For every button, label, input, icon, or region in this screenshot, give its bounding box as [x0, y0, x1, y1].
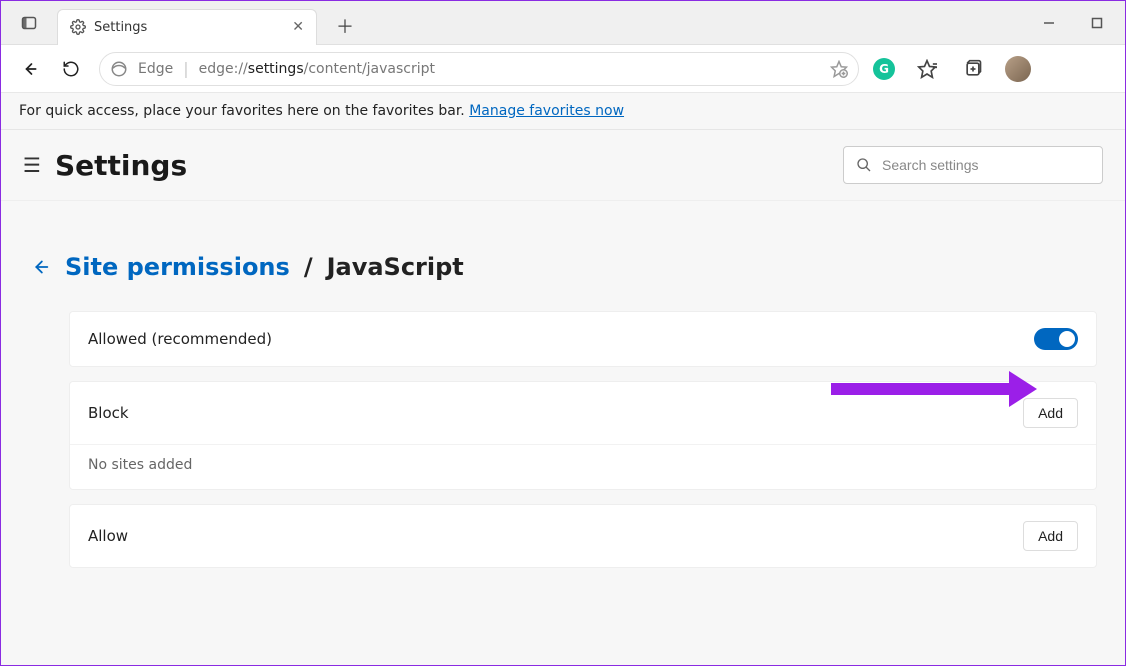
- allowed-card: Allowed (recommended): [69, 311, 1097, 367]
- favorites-hub-icon[interactable]: [913, 55, 941, 83]
- breadcrumb-back-icon[interactable]: [29, 256, 51, 278]
- breadcrumb: Site permissions / JavaScript: [29, 253, 1097, 281]
- browser-tab[interactable]: Settings ✕: [57, 9, 317, 45]
- edge-logo-icon: [110, 60, 128, 78]
- block-card: Block Add No sites added: [69, 381, 1097, 490]
- page-title: Settings: [55, 149, 187, 182]
- settings-content: Site permissions / JavaScript Allowed (r…: [1, 201, 1125, 606]
- block-add-button[interactable]: Add: [1023, 398, 1078, 428]
- allow-card: Allow Add: [69, 504, 1097, 568]
- settings-header: ☰ Settings: [1, 130, 1125, 200]
- search-input[interactable]: [882, 157, 1090, 173]
- search-settings-box[interactable]: [843, 146, 1103, 184]
- collections-icon[interactable]: [959, 55, 987, 83]
- tab-title: Settings: [94, 20, 284, 35]
- gear-icon: [70, 19, 86, 35]
- divider: |: [183, 59, 188, 78]
- allow-label: Allow: [88, 527, 128, 545]
- allowed-label: Allowed (recommended): [88, 330, 272, 348]
- new-tab-button[interactable]: ＋: [329, 10, 361, 42]
- back-button[interactable]: [15, 55, 43, 83]
- url-input[interactable]: Edge | edge://settings/content/javascrip…: [99, 52, 859, 86]
- allowed-toggle[interactable]: [1034, 328, 1078, 350]
- breadcrumb-parent-link[interactable]: Site permissions: [65, 253, 290, 281]
- block-empty-text: No sites added: [70, 444, 1096, 489]
- grammarly-icon[interactable]: G: [873, 58, 895, 80]
- profile-avatar[interactable]: [1005, 56, 1031, 82]
- search-icon: [856, 157, 872, 173]
- block-label: Block: [88, 404, 129, 422]
- refresh-button[interactable]: [57, 55, 85, 83]
- minimize-icon[interactable]: [1029, 7, 1069, 39]
- url-text: edge://settings/content/javascript: [199, 61, 435, 77]
- titlebar: Settings ✕ ＋: [1, 1, 1125, 45]
- breadcrumb-separator: /: [304, 253, 313, 281]
- allow-add-button[interactable]: Add: [1023, 521, 1078, 551]
- close-icon[interactable]: ✕: [292, 20, 304, 34]
- hamburger-icon[interactable]: ☰: [23, 153, 41, 177]
- breadcrumb-current: JavaScript: [327, 253, 464, 281]
- tab-overview-icon[interactable]: [9, 7, 49, 39]
- app-label: Edge: [138, 61, 173, 77]
- favorites-prompt-bar: For quick access, place your favorites h…: [1, 93, 1125, 130]
- maximize-icon[interactable]: [1077, 7, 1117, 39]
- address-bar: Edge | edge://settings/content/javascrip…: [1, 45, 1125, 93]
- favorites-prompt-text: For quick access, place your favorites h…: [19, 103, 465, 119]
- add-favorite-icon[interactable]: [830, 60, 848, 78]
- manage-favorites-link[interactable]: Manage favorites now: [469, 103, 624, 119]
